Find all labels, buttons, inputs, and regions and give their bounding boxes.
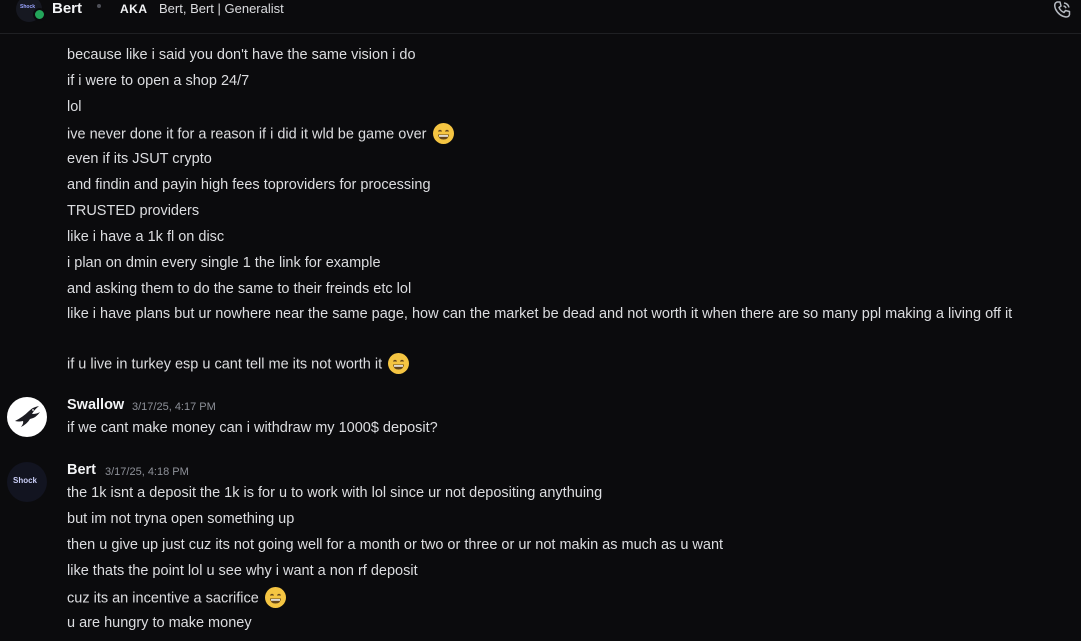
message-line: like thats the point lol u see why i wan… (67, 563, 418, 579)
message-text: cuz its an incentive a sacrifice (67, 590, 259, 607)
message-line: ive never done it for a reason if i did … (67, 123, 454, 145)
message-line: like i have plans but ur nowhere near th… (67, 306, 1013, 322)
message-line: cuz its an incentive a sacrifice (67, 587, 286, 609)
header-avatar[interactable]: Shock (16, 0, 46, 22)
author-name[interactable]: Swallow (67, 397, 124, 413)
grinning-emoji-icon[interactable] (264, 587, 286, 608)
avatar-text: Shock (13, 476, 38, 485)
message-line: even if its JSUT crypto (67, 151, 212, 167)
message-text: if u live in turkey esp u cant tell me i… (67, 356, 383, 373)
message-line: like i have a 1k fl on disc (67, 229, 225, 245)
aka-names[interactable]: Bert, Bert | Generalist (159, 1, 284, 16)
author-name[interactable]: Bert (67, 462, 96, 478)
header-username[interactable]: Bert (52, 0, 82, 17)
message-line: then u give up just cuz its not going we… (67, 537, 724, 553)
message-line: the 1k isnt a deposit the 1k is for u to… (67, 485, 603, 501)
grinning-emoji-icon[interactable] (432, 123, 454, 144)
message-line: if we cant make money can i withdraw my … (67, 420, 438, 436)
message-timestamp: 3/17/25, 4:17 PM (132, 401, 216, 413)
message-line: if i were to open a shop 24/7 (67, 73, 250, 89)
message-line: u are hungry to make money (67, 615, 252, 631)
avatar-text: Shock (20, 4, 36, 10)
message-timestamp: 3/17/25, 4:18 PM (105, 466, 189, 478)
aka-label: AKA (120, 2, 148, 16)
swallow-avatar[interactable] (7, 397, 47, 437)
voice-call-icon[interactable] (1052, 0, 1072, 20)
message-line: TRUSTED providers (67, 203, 200, 219)
message-line: if u live in turkey esp u cant tell me i… (67, 353, 410, 375)
separator-dot (97, 4, 101, 8)
message-line: lol (67, 99, 82, 115)
message-line: and asking them to do the same to their … (67, 281, 412, 297)
swallow-bird-icon (15, 406, 40, 427)
message-line: i plan on dmin every single 1 the link f… (67, 255, 381, 271)
message-list: because like i said you don't have the s… (0, 0, 1081, 641)
online-status-icon (33, 8, 46, 21)
message-line: because like i said you don't have the s… (67, 47, 416, 63)
message-line: and findin and payin high fees toprovide… (67, 177, 431, 193)
bert-avatar[interactable]: Shock (7, 462, 47, 502)
message-text: ive never done it for a reason if i did … (67, 126, 427, 143)
message-line: but im not tryna open something up (67, 511, 295, 527)
dm-header: Shock Bert AKA Bert, Bert | Generalist (0, 0, 1081, 34)
grinning-emoji-icon[interactable] (388, 353, 410, 374)
